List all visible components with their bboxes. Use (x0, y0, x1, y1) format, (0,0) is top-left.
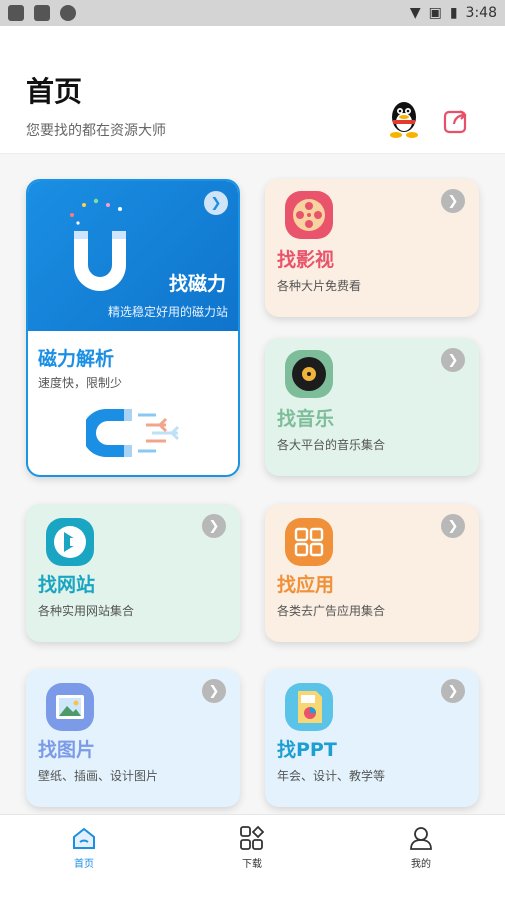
card-apps-desc: 各类去广告应用集合 (277, 604, 386, 618)
card-movies-arrow[interactable]: ❯ (441, 189, 465, 213)
card-ppt[interactable]: ❯ 找PPT 年会、设计、教学等 (265, 669, 479, 807)
ppt-file-icon (285, 683, 333, 731)
status-bar: ▼ ▣ ▮ 3:48 (0, 0, 505, 26)
qq-icon[interactable] (387, 100, 421, 138)
magnet-parse-icon (86, 409, 180, 457)
card-images-desc: 壁纸、插画、设计图片 (38, 769, 159, 783)
magnet-parse-title: 磁力解析 (38, 348, 115, 370)
magnet-card-title: 找磁力 (168, 273, 226, 295)
card-apps[interactable]: ❯ 找应用 各类去广告应用集合 (265, 504, 479, 642)
card-movies-desc: 各种大片免费看 (277, 279, 362, 293)
card-movies[interactable]: ❯ 找影视 各种大片免费看 (265, 179, 479, 317)
page-title: 首页 (26, 75, 83, 108)
nav-home[interactable]: 首页 (44, 825, 124, 870)
card-music-title: 找音乐 (277, 408, 335, 430)
bottom-nav: 首页 下载 我的 (0, 814, 505, 900)
no-sim-icon: ▣ (428, 5, 442, 21)
profile-icon (410, 827, 432, 850)
sync-notification-icon (60, 5, 76, 21)
notification-icon (8, 5, 24, 21)
card-ppt-desc: 年会、设计、教学等 (277, 769, 386, 783)
card-images[interactable]: ❯ 找图片 壁纸、插画、设计图片 (26, 669, 240, 807)
card-music[interactable]: ❯ 找音乐 各大平台的音乐集合 (265, 338, 479, 476)
film-reel-icon (285, 191, 333, 239)
nav-download-label: 下载 (242, 859, 262, 870)
magnet-card-banner: ❯ 找磁力 精选稳定好用的磁力站 (28, 181, 238, 331)
magnet-card-arrow[interactable]: ❯ (204, 191, 228, 215)
card-ppt-arrow[interactable]: ❯ (441, 679, 465, 703)
magnet-card-subtitle: 精选稳定好用的磁力站 (107, 305, 228, 319)
card-images-title: 找图片 (38, 739, 96, 761)
wifi-icon: ▼ (409, 5, 421, 21)
nav-profile-label: 我的 (411, 859, 431, 870)
card-music-arrow[interactable]: ❯ (441, 348, 465, 372)
share-icon[interactable] (442, 106, 470, 134)
nav-download[interactable]: 下载 (212, 825, 292, 870)
card-images-arrow[interactable]: ❯ (202, 679, 226, 703)
status-time: 3:48 (465, 5, 497, 21)
home-icon (73, 827, 95, 849)
magnet-card[interactable]: ❯ 找磁力 精选稳定好用的磁力站 磁力解析 速度快，限制少 (26, 179, 240, 477)
vinyl-record-icon (285, 350, 333, 398)
magnet-parse-desc: 速度快，限制少 (38, 376, 123, 390)
app-grid-icon (285, 518, 333, 566)
magnet-icon (70, 198, 126, 291)
image-icon (46, 683, 94, 731)
page-header: 首页 您要找的都在资源大师 (0, 26, 505, 154)
download-grid-icon (240, 825, 265, 850)
card-websites-desc: 各种实用网站集合 (38, 604, 135, 618)
card-websites[interactable]: ❯ 找网站 各种实用网站集合 (26, 504, 240, 642)
page-subtitle: 您要找的都在资源大师 (26, 123, 166, 139)
card-websites-arrow[interactable]: ❯ (202, 514, 226, 538)
battery-icon: ▮ (449, 5, 458, 21)
card-music-desc: 各大平台的音乐集合 (277, 438, 386, 452)
app-notification-icon (34, 5, 50, 21)
card-movies-title: 找影视 (277, 249, 335, 271)
card-websites-title: 找网站 (38, 574, 96, 596)
nav-profile[interactable]: 我的 (381, 825, 461, 870)
card-ppt-title: 找PPT (277, 739, 337, 761)
card-apps-title: 找应用 (277, 574, 335, 596)
website-icon (46, 518, 94, 566)
nav-home-label: 首页 (74, 859, 94, 870)
card-apps-arrow[interactable]: ❯ (441, 514, 465, 538)
